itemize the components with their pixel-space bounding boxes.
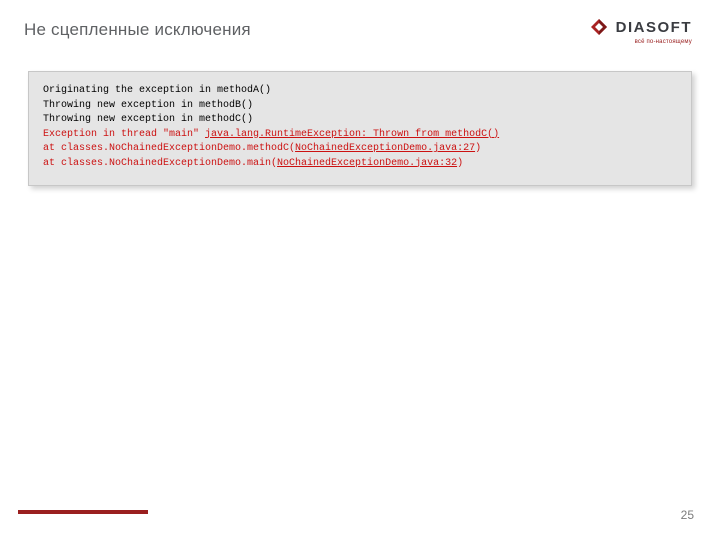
code-block: Originating the exception in methodA() T… — [28, 71, 692, 186]
code-fragment: at classes.NoChainedExceptionDemo.main( — [43, 158, 277, 169]
code-fragment: Exception in thread "main" — [43, 129, 205, 140]
code-line-error: Exception in thread "main" java.lang.Run… — [43, 128, 677, 143]
code-line-error: at classes.NoChainedExceptionDemo.main(N… — [43, 157, 677, 172]
code-line-error: at classes.NoChainedExceptionDemo.method… — [43, 142, 677, 157]
code-link: NoChainedExceptionDemo.java:27 — [295, 143, 475, 154]
code-line: Throwing new exception in methodB() — [43, 99, 677, 114]
footer-accent-bar — [18, 510, 148, 514]
logo-row: DIASOFT — [588, 16, 692, 38]
code-fragment: ) — [475, 143, 481, 154]
logo-text: DIASOFT — [616, 19, 692, 36]
code-link: NoChainedExceptionDemo.java:32 — [277, 158, 457, 169]
code-line: Throwing new exception in methodC() — [43, 113, 677, 128]
logo-tagline: всё по-настоящему — [635, 39, 692, 45]
slide-header: Не сцепленные исключения DIASOFT всё по-… — [0, 0, 720, 59]
code-link: java.lang.RuntimeException: Thrown from … — [205, 129, 499, 140]
code-fragment: ) — [457, 158, 463, 169]
code-fragment: at classes.NoChainedExceptionDemo.method… — [43, 143, 295, 154]
code-line: Originating the exception in methodA() — [43, 84, 677, 99]
diasoft-mark-icon — [588, 16, 610, 38]
slide-title: Не сцепленные исключения — [24, 20, 251, 40]
brand-logo: DIASOFT всё по-настоящему — [588, 16, 692, 45]
page-number: 25 — [681, 508, 694, 522]
